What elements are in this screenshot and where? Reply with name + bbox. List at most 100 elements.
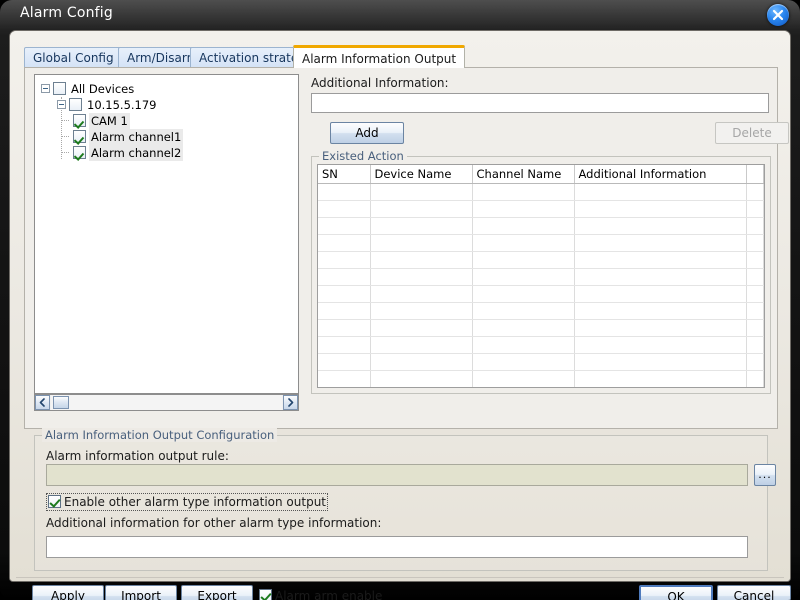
cell: [370, 336, 473, 354]
table-row[interactable]: [318, 268, 764, 286]
tree-guide-line: [61, 136, 69, 137]
cell: [574, 200, 747, 218]
cell: [574, 251, 747, 269]
action-table-element: SN Device Name Channel Name Additional I…: [318, 165, 764, 387]
table-row[interactable]: [318, 217, 764, 235]
cell: [472, 234, 575, 252]
cell: [746, 370, 764, 387]
table-row[interactable]: [318, 200, 764, 218]
tree-node-label: 10.15.5.179: [87, 98, 157, 112]
ok-button[interactable]: OK: [639, 585, 713, 600]
other-info-input[interactable]: [46, 536, 748, 558]
table-body: [318, 183, 764, 387]
alarm-arm-enable-checkbox[interactable]: Alarm arm enable: [259, 589, 382, 600]
cell: [746, 183, 764, 201]
cell: [370, 285, 473, 303]
table-row[interactable]: [318, 302, 764, 320]
browse-button[interactable]: ...: [754, 464, 776, 486]
tree-node-all-devices[interactable]: All Devices: [41, 81, 298, 97]
tree-node-cam-1[interactable]: CAM 1: [73, 113, 298, 129]
column-header-additional-information[interactable]: Additional Information: [574, 165, 747, 184]
import-button[interactable]: Import: [105, 585, 177, 600]
cell: [746, 251, 764, 269]
column-header-device-name[interactable]: Device Name: [370, 165, 473, 184]
cell: [574, 268, 747, 286]
table-row[interactable]: [318, 234, 764, 252]
tree-checkbox[interactable]: [73, 114, 86, 127]
cell: [472, 285, 575, 303]
tree-checkbox[interactable]: [69, 98, 82, 111]
tree-checkbox[interactable]: [73, 130, 86, 143]
cell: [472, 200, 575, 218]
table-row[interactable]: [318, 319, 764, 337]
output-config-legend: Alarm Information Output Configuration: [42, 428, 278, 442]
tab-alarm-information-output[interactable]: Alarm Information Output: [293, 45, 466, 68]
close-icon[interactable]: [767, 4, 789, 26]
table-row[interactable]: [318, 183, 764, 201]
alarm-arm-enable-label: Alarm arm enable: [275, 589, 383, 600]
add-button[interactable]: Add: [330, 122, 404, 144]
table-row[interactable]: [318, 285, 764, 303]
tree-checkbox[interactable]: [73, 146, 86, 159]
cell: [472, 319, 575, 337]
cell: [574, 217, 747, 235]
cell: [472, 217, 575, 235]
tree-node-alarm-channel2[interactable]: Alarm channel2: [73, 145, 298, 161]
footer-divider: [16, 577, 784, 578]
tree-guide-line: [61, 152, 69, 153]
expander-minus-icon[interactable]: [41, 84, 50, 93]
table-row[interactable]: [318, 370, 764, 387]
enable-other-alarm-type-label: Enable other alarm type information outp…: [64, 495, 327, 509]
rule-label: Alarm information output rule:: [46, 449, 229, 463]
delete-button[interactable]: Delete: [715, 122, 789, 144]
cell: [746, 200, 764, 218]
scrollbar-thumb[interactable]: [53, 396, 69, 409]
cell: [318, 353, 371, 371]
enable-other-alarm-type-checkbox[interactable]: Enable other alarm type information outp…: [45, 493, 329, 511]
cell: [370, 217, 473, 235]
cell: [370, 353, 473, 371]
cell: [472, 336, 575, 354]
tree-checkbox[interactable]: [53, 82, 66, 95]
tree-horizontal-scrollbar[interactable]: [34, 394, 299, 411]
cell: [746, 353, 764, 371]
tree-node-alarm-channel1[interactable]: Alarm channel1: [73, 129, 298, 145]
cancel-button[interactable]: Cancel: [717, 585, 791, 600]
scrollbar-track[interactable]: [51, 395, 282, 410]
cell: [746, 285, 764, 303]
cell: [318, 200, 371, 218]
existed-action-legend: Existed Action: [319, 149, 407, 163]
cell: [574, 285, 747, 303]
cell: [318, 183, 371, 201]
cell: [746, 319, 764, 337]
column-header-sn[interactable]: SN: [318, 165, 371, 184]
cell: [318, 336, 371, 354]
apply-button[interactable]: Apply: [32, 585, 104, 600]
column-header-channel-name[interactable]: Channel Name: [472, 165, 575, 184]
tab-strip: Global Config Arm/Disarm Activation stra…: [24, 45, 778, 68]
cell: [472, 251, 575, 269]
existed-action-table[interactable]: SN Device Name Channel Name Additional I…: [317, 164, 765, 388]
expander-minus-icon[interactable]: [57, 100, 66, 109]
cell: [370, 319, 473, 337]
table-row[interactable]: [318, 353, 764, 371]
export-button[interactable]: Export: [181, 585, 253, 600]
cell: [746, 336, 764, 354]
device-tree[interactable]: All Devices 10.15.5.179 CAM 1 Alarm chan…: [34, 74, 299, 394]
chevron-left-icon[interactable]: [35, 395, 50, 410]
cell: [318, 251, 371, 269]
cell: [318, 217, 371, 235]
checkbox-box[interactable]: [259, 589, 272, 600]
additional-information-input[interactable]: [311, 93, 769, 113]
cell: [370, 251, 473, 269]
cell: [472, 183, 575, 201]
cell: [574, 183, 747, 201]
table-row[interactable]: [318, 251, 764, 269]
rule-input[interactable]: [46, 464, 748, 486]
cell: [746, 302, 764, 320]
tab-global-config[interactable]: Global Config: [24, 47, 123, 68]
tree-node-10-15-5-179[interactable]: 10.15.5.179: [57, 97, 298, 113]
chevron-right-icon[interactable]: [283, 395, 298, 410]
checkbox-box[interactable]: [48, 495, 61, 508]
table-row[interactable]: [318, 336, 764, 354]
